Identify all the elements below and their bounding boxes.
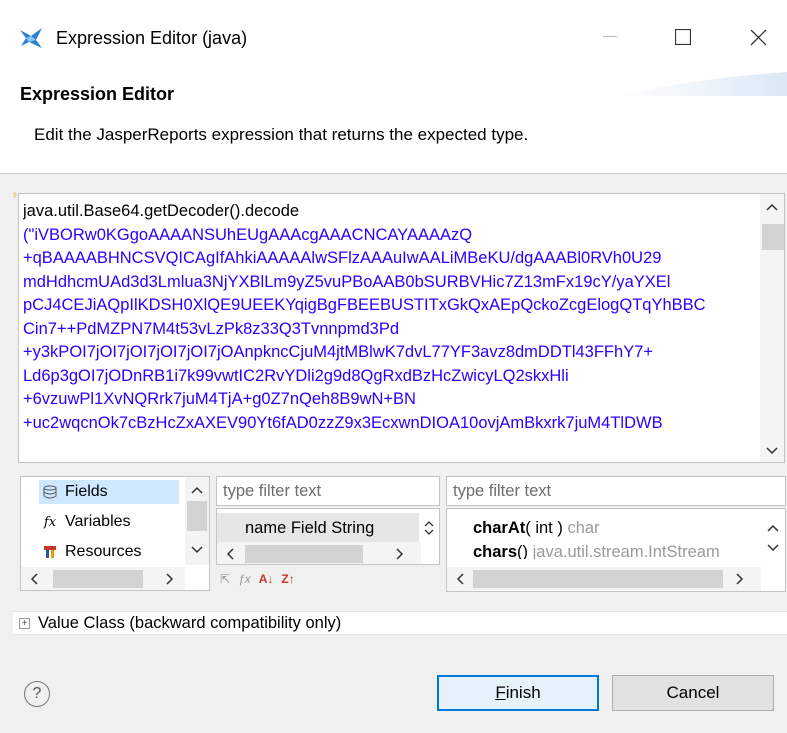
finish-label: inish bbox=[505, 683, 541, 702]
sort-ascending-icon[interactable]: A↓ bbox=[259, 570, 274, 588]
header-banner-graphic bbox=[617, 72, 787, 96]
code-line: Ld6p3gOI7jODnRB1i7k99vwtIC2RvYDli2g9d8Qg… bbox=[23, 366, 569, 385]
value-class-label: Value Class (backward compatibility only… bbox=[38, 613, 342, 632]
close-button[interactable] bbox=[733, 14, 783, 60]
tree-item-label: Variables bbox=[65, 513, 131, 530]
code-line: mdHdhcmUAd3d3Lmlua3NjYXBlLm9yZ5vuPBoAAB0… bbox=[23, 272, 671, 291]
scrollbar-thumb[interactable] bbox=[762, 224, 784, 250]
scrollbar-thumb[interactable] bbox=[187, 501, 207, 531]
scroll-down-icon[interactable] bbox=[762, 442, 782, 460]
title-bar: Expression Editor (java) bbox=[0, 0, 787, 72]
minimize-button[interactable] bbox=[585, 14, 635, 60]
code-line: ("iVBORw0KGgoAAAANSUhEUgAAAcgAAACNCAYAAA… bbox=[23, 225, 473, 244]
scrollbar-thumb[interactable] bbox=[53, 570, 143, 588]
window-title: Expression Editor (java) bbox=[56, 28, 248, 48]
function-item[interactable]: charAt( int ) char bbox=[473, 519, 600, 538]
function-args: ( int ) bbox=[525, 519, 563, 537]
collapse-icon[interactable]: ⇱ bbox=[220, 570, 230, 588]
value-class-section[interactable]: + Value Class (backward compatibility on… bbox=[13, 611, 787, 635]
field-row[interactable]: name Field String bbox=[217, 513, 419, 543]
scrollbar-thumb[interactable] bbox=[245, 545, 363, 563]
function-return-type: java.util.stream.IntStream bbox=[532, 543, 720, 559]
scroll-left-icon[interactable] bbox=[25, 570, 43, 588]
fields-filter-input[interactable]: type filter text bbox=[216, 476, 440, 506]
tree-item-variables[interactable]: fx Variables bbox=[39, 510, 131, 534]
functions-vertical-scrollbar[interactable] bbox=[761, 509, 785, 567]
function-args: () bbox=[517, 543, 529, 559]
function-return-type: char bbox=[567, 519, 600, 537]
variables-icon: fx bbox=[43, 514, 57, 530]
fields-toolbar: ⇱ ƒx A↓ Z↑ bbox=[220, 570, 295, 588]
code-line: java.util.Base64.getDecoder().decode bbox=[23, 202, 300, 220]
finish-button[interactable]: Finish bbox=[437, 675, 599, 711]
tree-vertical-scrollbar[interactable] bbox=[185, 477, 209, 565]
functions-horizontal-scrollbar[interactable] bbox=[447, 567, 761, 591]
fields-list[interactable]: name Field String bbox=[216, 508, 440, 565]
editor-vertical-scrollbar[interactable] bbox=[760, 194, 784, 462]
function-name: charAt bbox=[473, 519, 526, 537]
scroll-up-icon[interactable] bbox=[763, 519, 783, 537]
scroll-right-icon[interactable] bbox=[731, 570, 749, 588]
resources-icon bbox=[39, 545, 61, 559]
code-line: +uc2wqcnOk7cBzHcZxAXEV90Yt6fAD0zzZ9x3Ecx… bbox=[23, 413, 663, 432]
functions-filter-input[interactable]: type filter text bbox=[446, 476, 786, 506]
scroll-left-icon[interactable] bbox=[451, 570, 469, 588]
sort-updown-icon[interactable] bbox=[421, 517, 437, 539]
function-name: chars bbox=[473, 543, 518, 559]
scrollbar-thumb[interactable] bbox=[473, 570, 723, 588]
help-icon: ? bbox=[32, 685, 42, 702]
function-item[interactable]: chars() java.util.stream.IntStream bbox=[473, 543, 720, 559]
code-line: +qBAAAABHNCSVQICAgIfAhkiAAAAAlwSFlzAAAuI… bbox=[23, 249, 662, 267]
scroll-up-icon[interactable] bbox=[187, 481, 207, 499]
scroll-up-icon[interactable] bbox=[762, 198, 782, 216]
functions-list[interactable]: charAt( int ) char chars() java.util.str… bbox=[446, 508, 786, 592]
expand-icon[interactable]: + bbox=[19, 617, 30, 629]
scroll-right-icon[interactable] bbox=[391, 545, 409, 563]
code-line: pCJ4CEJiAQpIlKDSH0XlQE9UEEKYqigBgFBEEBUS… bbox=[23, 296, 706, 314]
fields-icon bbox=[39, 485, 61, 499]
category-tree[interactable]: Fields fx Variables Resources bbox=[20, 476, 210, 591]
header-description: Edit the JasperReports expression that r… bbox=[34, 125, 529, 144]
scroll-right-icon[interactable] bbox=[161, 570, 179, 588]
tree-item-label: Fields bbox=[65, 483, 108, 500]
header-title: Expression Editor bbox=[20, 84, 175, 104]
tree-item-label: Resources bbox=[65, 543, 142, 560]
expression-text-editor[interactable]: java.util.Base64.getDecoder().decode ("i… bbox=[18, 193, 785, 463]
tree-item-resources[interactable]: Resources bbox=[39, 540, 141, 564]
minimize-icon bbox=[603, 36, 617, 37]
scroll-left-icon[interactable] bbox=[221, 545, 239, 563]
help-button[interactable]: ? bbox=[24, 681, 50, 707]
code-line: +6vzuwPl1XvNQRrk7juM4TjA+g0Z7nQeh8B9wN+B… bbox=[23, 390, 416, 408]
code-line: Cin7++PdMZPN7M4t53vLzPk8z33Q3Tvnnpmd3Pd bbox=[23, 319, 400, 338]
maximize-icon bbox=[675, 29, 691, 45]
dialog-header: Expression Editor Edit the JasperReports… bbox=[0, 72, 787, 174]
scroll-down-icon[interactable] bbox=[187, 541, 207, 559]
close-icon bbox=[750, 29, 766, 45]
tree-horizontal-scrollbar[interactable] bbox=[21, 567, 185, 590]
code-line: +y3kPOI7jOI7jOI7jOI7jOI7jOAnpkncCjuM4jtM… bbox=[23, 343, 654, 361]
scroll-down-icon[interactable] bbox=[763, 539, 783, 557]
jaspersoft-app-icon bbox=[20, 28, 42, 48]
expression-code[interactable]: java.util.Base64.getDecoder().decode ("i… bbox=[23, 200, 761, 435]
function-icon[interactable]: ƒx bbox=[238, 570, 251, 588]
maximize-button[interactable] bbox=[658, 14, 708, 60]
finish-mnemonic: F bbox=[495, 683, 506, 702]
sort-descending-icon[interactable]: Z↑ bbox=[281, 570, 294, 588]
fields-horizontal-scrollbar[interactable] bbox=[217, 542, 421, 564]
tree-item-fields[interactable]: Fields bbox=[39, 480, 179, 504]
cancel-button[interactable]: Cancel bbox=[612, 675, 774, 711]
